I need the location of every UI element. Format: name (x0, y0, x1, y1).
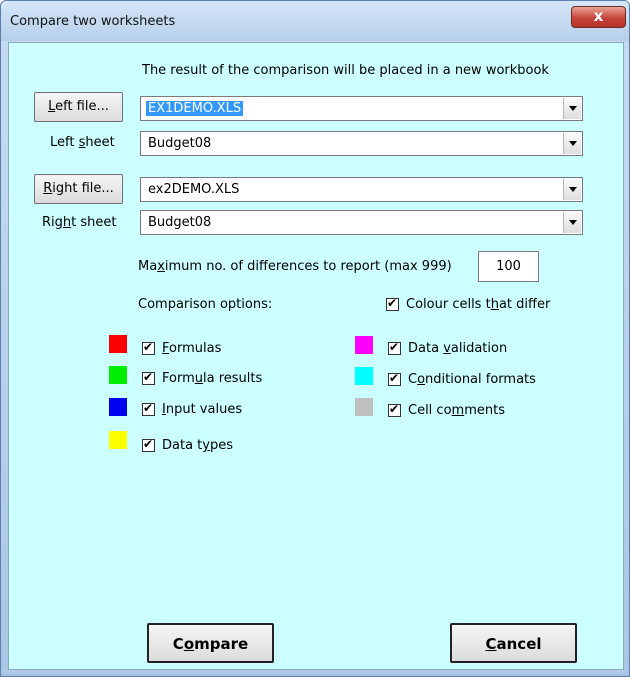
input-values-check-icon (142, 401, 155, 416)
formula-results-check-icon (142, 370, 155, 385)
left-file-button[interactable]: Left file... (34, 92, 123, 122)
formula-results-color-swatch (109, 366, 127, 384)
data-validation-check-icon (388, 340, 401, 355)
dialog-body: The result of the comparison will be pla… (8, 42, 624, 670)
data-types-color-swatch (109, 431, 127, 449)
close-button[interactable]: x (571, 6, 626, 28)
right-sheet-value: Budget08 (148, 215, 212, 230)
left-sheet-combo[interactable]: Budget08 (140, 131, 583, 156)
cell-comments-check-icon (388, 402, 401, 417)
conditional-formats-check-icon (388, 371, 401, 386)
max-differences-label: Maximum no. of differences to report (ma… (138, 259, 452, 274)
window-title: Compare two worksheets (10, 14, 176, 29)
colour-cells-check-icon (386, 296, 399, 311)
data-types-check-icon (142, 437, 155, 452)
dialog-window: Compare two worksheets x The result of t… (0, 0, 630, 677)
max-differences-input[interactable]: 100 (478, 251, 539, 282)
formulas-check-icon (142, 340, 155, 355)
compare-button[interactable]: Compare (147, 623, 274, 663)
cell-comments-color-swatch (355, 398, 373, 416)
left-file-dropdown-arrow-icon[interactable] (563, 98, 581, 119)
right-file-button[interactable]: Right file... (34, 174, 123, 204)
right-sheet-combo[interactable]: Budget08 (140, 210, 583, 235)
result-info-text: The result of the comparison will be pla… (142, 63, 549, 78)
right-file-dropdown-arrow-icon[interactable] (563, 179, 581, 200)
window-bottom-border (1, 670, 629, 676)
input-values-color-swatch (109, 398, 127, 416)
left-sheet-dropdown-arrow-icon[interactable] (563, 133, 581, 154)
right-file-combo[interactable]: ex2DEMO.XLS (140, 177, 583, 202)
right-file-value: ex2DEMO.XLS (148, 182, 240, 197)
title-bar[interactable]: Compare two worksheets x (1, 1, 629, 41)
formulas-color-swatch (109, 335, 127, 353)
comparison-options-label: Comparison options: (138, 297, 273, 312)
left-sheet-label: Left sheet (50, 135, 115, 150)
right-sheet-label: Right sheet (42, 215, 117, 230)
data-validation-color-swatch (355, 336, 373, 354)
cancel-button[interactable]: Cancel (450, 623, 577, 663)
left-sheet-value: Budget08 (148, 136, 212, 151)
left-file-combo[interactable]: EX1DEMO.XLS (140, 96, 583, 121)
right-sheet-dropdown-arrow-icon[interactable] (563, 212, 581, 233)
conditional-formats-color-swatch (355, 367, 373, 385)
left-file-value: EX1DEMO.XLS (146, 101, 244, 116)
